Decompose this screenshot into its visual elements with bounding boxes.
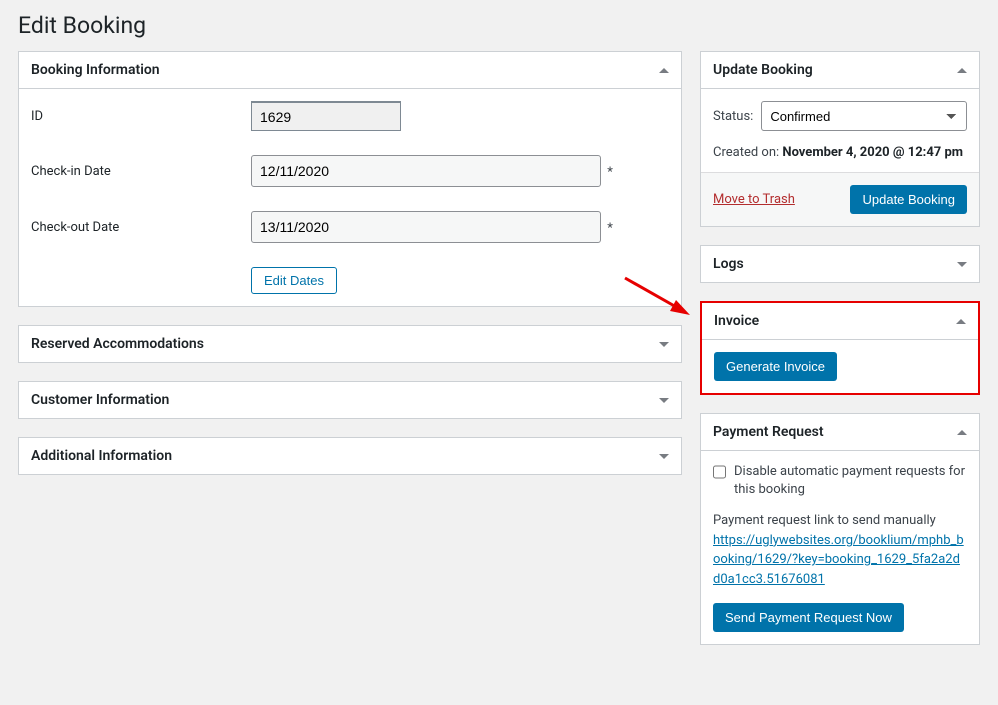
- toggle-up-icon: [659, 68, 669, 73]
- additional-information-header[interactable]: Additional Information: [19, 438, 681, 474]
- update-booking-panel: Update Booking Status: Confirmed Created…: [700, 51, 980, 227]
- page-title: Edit Booking: [18, 12, 980, 39]
- status-label: Status:: [713, 109, 753, 124]
- payment-request-panel: Payment Request Disable automatic paymen…: [700, 413, 980, 645]
- disable-auto-label: Disable automatic payment requests for t…: [734, 463, 967, 499]
- additional-information-title: Additional Information: [31, 448, 172, 464]
- customer-information-title: Customer Information: [31, 392, 169, 408]
- update-booking-button[interactable]: Update Booking: [850, 185, 967, 214]
- logs-title: Logs: [713, 256, 744, 272]
- booking-information-title: Booking Information: [31, 62, 160, 78]
- reserved-accommodations-header[interactable]: Reserved Accommodations: [19, 326, 681, 362]
- invoice-panel: Invoice Generate Invoice: [700, 301, 980, 395]
- checkin-label: Check-in Date: [31, 164, 251, 179]
- toggle-up-icon: [956, 319, 966, 324]
- toggle-up-icon: [957, 430, 967, 435]
- payment-request-header[interactable]: Payment Request: [701, 414, 979, 451]
- id-field: [251, 101, 401, 131]
- toggle-down-icon: [659, 454, 669, 459]
- checkout-label: Check-out Date: [31, 220, 251, 235]
- required-asterisk: *: [607, 165, 613, 180]
- edit-dates-button[interactable]: Edit Dates: [251, 267, 337, 294]
- toggle-down-icon: [659, 398, 669, 403]
- created-value: November 4, 2020 @ 12:47 pm: [782, 145, 963, 160]
- logs-header[interactable]: Logs: [701, 246, 979, 282]
- payment-request-link[interactable]: https://uglywebsites.org/booklium/mphb_b…: [713, 533, 964, 587]
- invoice-header[interactable]: Invoice: [702, 303, 978, 340]
- reserved-accommodations-panel: Reserved Accommodations: [18, 325, 682, 363]
- link-intro: Payment request link to send manually: [713, 513, 936, 528]
- booking-information-header[interactable]: Booking Information: [19, 52, 681, 89]
- created-label: Created on:: [713, 145, 779, 160]
- customer-information-header[interactable]: Customer Information: [19, 382, 681, 418]
- status-select[interactable]: Confirmed: [761, 101, 967, 131]
- payment-request-title: Payment Request: [713, 424, 824, 440]
- update-booking-header[interactable]: Update Booking: [701, 52, 979, 89]
- move-to-trash-link[interactable]: Move to Trash: [713, 192, 795, 207]
- disable-auto-checkbox[interactable]: [713, 464, 726, 480]
- id-label: ID: [31, 109, 251, 124]
- additional-information-panel: Additional Information: [18, 437, 682, 475]
- generate-invoice-button[interactable]: Generate Invoice: [714, 352, 837, 381]
- update-booking-title: Update Booking: [713, 62, 813, 78]
- booking-information-panel: Booking Information ID Check-in Date: [18, 51, 682, 307]
- checkin-field[interactable]: [251, 155, 601, 187]
- reserved-accommodations-title: Reserved Accommodations: [31, 336, 204, 352]
- customer-information-panel: Customer Information: [18, 381, 682, 419]
- checkout-field[interactable]: [251, 211, 601, 243]
- toggle-down-icon: [957, 262, 967, 267]
- logs-panel: Logs: [700, 245, 980, 283]
- required-asterisk: *: [607, 221, 613, 236]
- invoice-title: Invoice: [714, 313, 759, 329]
- toggle-down-icon: [659, 342, 669, 347]
- send-payment-request-button[interactable]: Send Payment Request Now: [713, 603, 904, 632]
- toggle-up-icon: [957, 68, 967, 73]
